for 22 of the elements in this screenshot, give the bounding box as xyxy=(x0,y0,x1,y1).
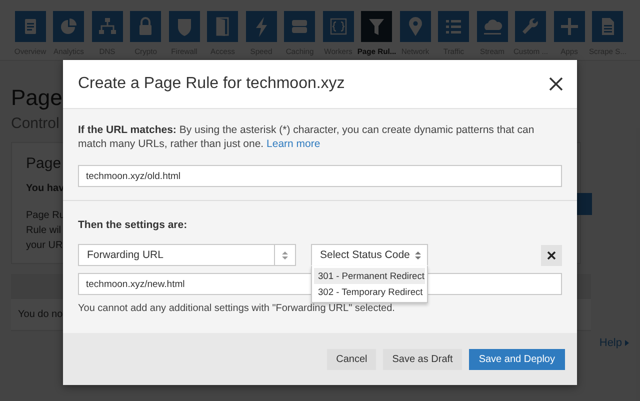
setting-select[interactable]: Forwarding URL xyxy=(78,244,296,266)
close-icon xyxy=(547,250,556,260)
modal-title: Create a Page Rule for techmoon.xyz xyxy=(78,75,345,93)
intro-text: If the URL matches: By using the asterisk (*) character, you can create dynamic patterns that can match many URLs, rather than just one. Learn more xyxy=(78,123,536,151)
learn-more-link[interactable]: Learn more xyxy=(266,138,320,150)
url-input-field[interactable]: techmoon.xyz/old.html xyxy=(78,165,562,187)
dropdown-option[interactable]: 301 - Permanent Redirect xyxy=(314,268,425,284)
notice-text: You hav xyxy=(26,183,64,194)
spinner-icon xyxy=(282,250,288,260)
status-code-select[interactable]: Select Status Code xyxy=(311,244,428,266)
close-icon[interactable] xyxy=(549,77,563,91)
card-title: Page xyxy=(26,155,62,172)
delete-button[interactable] xyxy=(541,244,562,266)
note-text: You cannot add any additional settings with "Forwarding URL" selected. xyxy=(78,303,395,314)
spinner-icon xyxy=(415,250,421,260)
empty-message: You do no xyxy=(18,309,63,320)
settings-heading: Then the settings are: xyxy=(78,219,188,231)
footer-button[interactable]: Cancel xyxy=(327,348,376,370)
footer-button[interactable]: Save as Draft xyxy=(383,348,462,370)
deploy-button[interactable]: Save and Deploy xyxy=(468,348,565,370)
dropdown-option[interactable]: 302 - Temporary Redirect xyxy=(314,284,425,300)
page-title: Page xyxy=(11,85,62,111)
